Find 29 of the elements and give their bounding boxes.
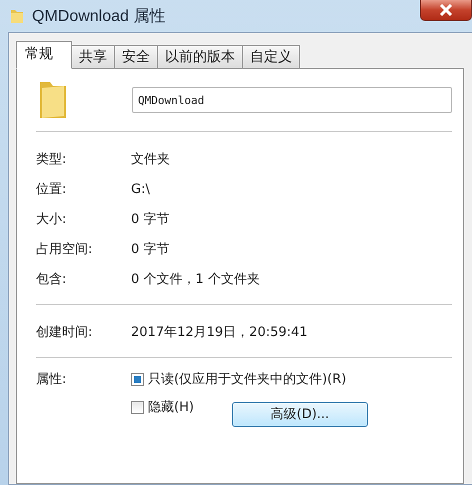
advanced-button[interactable]: 高级(D)...: [232, 402, 368, 426]
tab[interactable]: 安全: [114, 45, 158, 68]
property-value: 文件夹: [131, 151, 170, 168]
name-field[interactable]: QMDownload: [132, 87, 452, 113]
window-title: QMDownload 属性: [32, 6, 166, 26]
property-label: 位置:: [36, 181, 68, 198]
property-value: 2017年12月19日，20:59:41: [131, 324, 308, 341]
close-icon: [439, 4, 453, 16]
checkbox[interactable]: [131, 372, 144, 386]
property-value: G:\: [131, 182, 150, 196]
property-label: 占用空间:: [36, 241, 94, 258]
checkbox-label: 只读(仅应用于文件夹中的文件)(R): [148, 371, 346, 388]
folder-icon: [38, 80, 68, 120]
property-label: 类型:: [36, 151, 68, 168]
property-value: 0 字节: [131, 241, 170, 258]
tab[interactable]: 以前的版本: [157, 45, 243, 68]
property-label: 创建时间:: [36, 324, 94, 341]
checkbox[interactable]: [131, 400, 144, 414]
property-label: 大小:: [36, 211, 68, 228]
tab[interactable]: 共享: [71, 45, 115, 68]
tab[interactable]: 自定义: [242, 45, 300, 68]
checkbox-label: 隐藏(H): [148, 399, 194, 416]
attributes-label: 属性:: [36, 371, 68, 389]
folder-icon: [10, 8, 24, 24]
property-value: 0 个文件，1 个文件夹: [131, 271, 260, 288]
property-value: 0 字节: [131, 211, 170, 228]
property-label: 包含:: [36, 271, 68, 288]
tab[interactable]: 常规: [16, 41, 72, 69]
close-button[interactable]: [420, 0, 472, 21]
